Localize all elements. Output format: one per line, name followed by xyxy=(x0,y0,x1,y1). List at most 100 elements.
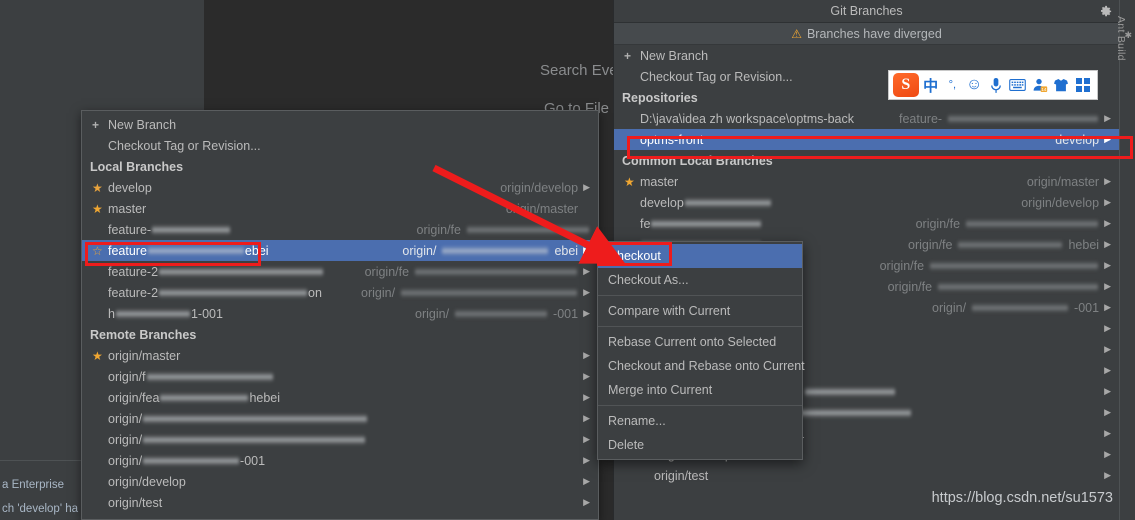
chevron-right-icon: ▶ xyxy=(1104,302,1111,313)
voice-input-icon[interactable] xyxy=(986,74,1006,96)
popup-remote-row[interactable]: ★ origin/master ▶ xyxy=(82,345,598,366)
git-remote-row[interactable]: origin/test ▶ xyxy=(614,465,1119,486)
menu-separator xyxy=(598,295,802,296)
tracking-tail: ebei xyxy=(554,244,578,258)
remote-branch-name: origin/master xyxy=(108,349,180,363)
popup-local-branches-header: Local Branches xyxy=(82,156,598,177)
popup-branch-row-selected[interactable]: ☆ feature ebei origin/ ebei ▶ xyxy=(82,240,598,261)
branch-tracking: origin/fe xyxy=(417,223,590,237)
popup-branch-row[interactable]: ★ develop origin/develop ▶ xyxy=(82,177,598,198)
row-expander: ▶ xyxy=(583,413,590,424)
popup-new-branch-row[interactable]: + New Branch xyxy=(82,114,598,135)
tracking-tail: hebei xyxy=(1068,238,1099,252)
ime-toolbar: S 中 °, ☺ xyxy=(888,70,1098,100)
popup-branch-row[interactable]: h 1-001 origin/ -001 ▶ xyxy=(82,303,598,324)
redacted-text xyxy=(143,435,365,445)
git-new-branch-row[interactable]: + New Branch xyxy=(614,45,1119,66)
popup-remote-row[interactable]: origin/fea hebei ▶ xyxy=(82,387,598,408)
popup-branch-row[interactable]: feature-2 origin/fe ▶ xyxy=(82,261,598,282)
popup-remote-row[interactable]: origin/test ▶ xyxy=(82,492,598,513)
popup-remote-row[interactable]: origin/ -001 ▶ xyxy=(82,450,598,471)
redacted-text xyxy=(958,240,1062,250)
section-label: Repositories xyxy=(622,91,698,105)
remote-branch-name: origin/f xyxy=(108,370,146,384)
toolbox-icon[interactable] xyxy=(1073,74,1093,96)
popup-branch-row[interactable]: feature- origin/fe xyxy=(82,219,598,240)
tracking-label: origin/fe xyxy=(916,217,960,231)
repository-path: D:\java\idea zh workspace\optms-back xyxy=(640,112,854,126)
menu-item-checkout[interactable]: Checkout xyxy=(598,244,802,268)
popup-branch-row[interactable]: ★ master origin/master ▶ xyxy=(82,198,598,219)
git-repository-row[interactable]: D:\java\idea zh workspace\optms-back fea… xyxy=(614,108,1119,129)
redacted-text xyxy=(148,246,244,256)
diverged-text: Branches have diverged xyxy=(807,27,942,41)
section-label: Local Branches xyxy=(90,160,183,174)
git-branch-row[interactable]: develop origin/develop ▶ xyxy=(614,192,1119,213)
tracking-label: origin/develop xyxy=(500,181,578,195)
git-repository-row[interactable]: optms-front develop ▶ xyxy=(614,129,1119,150)
branch-tracking: origin/ ebei ▶ xyxy=(402,244,590,258)
user-center-icon[interactable]: 14 xyxy=(1030,74,1050,96)
branch-tracking: origin/fe ▶ xyxy=(888,280,1111,294)
branch-name-tail: ebei xyxy=(245,244,269,258)
row-expander: ▶ xyxy=(1104,470,1111,481)
branch-tracking: origin/fe ▶ xyxy=(365,265,590,279)
branch-tracking: origin/ ▶ xyxy=(361,286,590,300)
redacted-text xyxy=(455,309,547,319)
gear-icon[interactable] xyxy=(1098,4,1113,19)
popup-branch-row[interactable]: feature-2 on origin/ ▶ xyxy=(82,282,598,303)
menu-separator xyxy=(598,405,802,406)
redacted-text xyxy=(442,246,548,256)
chevron-right-icon: ▶ xyxy=(583,392,590,403)
punctuation-icon[interactable]: °, xyxy=(943,74,963,96)
branch-name: master xyxy=(108,202,146,216)
menu-item-delete[interactable]: Delete xyxy=(598,433,802,457)
popup-checkout-tag-row[interactable]: Checkout Tag or Revision... xyxy=(82,135,598,156)
redacted-text xyxy=(143,456,239,466)
redacted-text xyxy=(467,225,589,235)
chevron-right-icon: ▶ xyxy=(1104,134,1111,145)
soft-keyboard-icon[interactable] xyxy=(1008,74,1028,96)
chevron-right-icon: ▶ xyxy=(583,371,590,382)
emoji-icon[interactable]: ☺ xyxy=(964,74,984,96)
branch-tracking: origin/ -001 ▶ xyxy=(932,301,1111,315)
menu-item-merge-into-current[interactable]: Merge into Current xyxy=(598,378,802,402)
menu-item-rebase-current-onto-selected[interactable]: Rebase Current onto Selected xyxy=(598,330,802,354)
menu-item-checkout-as[interactable]: Checkout As... xyxy=(598,268,802,292)
tracking-label: origin/develop xyxy=(1021,196,1099,210)
chinese-mode-icon[interactable]: 中 xyxy=(921,74,941,96)
popup-remote-row[interactable]: origin/ ▶ xyxy=(82,429,598,450)
chevron-right-icon: ▶ xyxy=(583,182,590,193)
branch-name: develop xyxy=(640,196,684,210)
redacted-text xyxy=(159,267,323,277)
svg-text:14: 14 xyxy=(1041,87,1047,92)
chevron-right-icon: ▶ xyxy=(1104,470,1111,481)
redacted-text xyxy=(651,219,761,229)
popup-remote-row[interactable]: origin/f ▶ xyxy=(82,366,598,387)
redacted-text xyxy=(160,393,248,403)
popup-remote-row[interactable]: origin/ ▶ xyxy=(82,408,598,429)
redacted-text xyxy=(685,198,771,208)
remote-branch-name: origin/ xyxy=(108,433,142,447)
menu-item-rename[interactable]: Rename... xyxy=(598,409,802,433)
chevron-right-icon: ▶ xyxy=(1104,176,1111,187)
git-branch-row[interactable]: ★ master origin/master ▶ xyxy=(614,171,1119,192)
chevron-right-icon: ▶ xyxy=(583,455,590,466)
menu-item-compare-with-current[interactable]: Compare with Current xyxy=(598,299,802,323)
git-branch-row[interactable]: fe origin/fe ▶ xyxy=(614,213,1119,234)
chevron-right-icon: ▶ xyxy=(583,413,590,424)
remote-branch-name: origin/ xyxy=(108,412,142,426)
screenshot-root: Search Everywhere Double Shift Go to Fil… xyxy=(0,0,1135,520)
popup-remote-row[interactable]: origin/develop ▶ xyxy=(82,471,598,492)
skin-icon[interactable] xyxy=(1051,74,1071,96)
sogou-logo-icon[interactable]: S xyxy=(893,73,919,97)
tracking-label: origin/ xyxy=(415,307,449,321)
branch-tracking: origin/fe hebei ▶ xyxy=(908,238,1111,252)
row-expander: ▶ xyxy=(583,434,590,445)
chevron-right-icon: ▶ xyxy=(1104,449,1111,460)
menu-item-checkout-and-rebase-onto-current[interactable]: Checkout and Rebase onto Current xyxy=(598,354,802,378)
chevron-right-icon: ▶ xyxy=(1104,323,1111,334)
ant-build-tab[interactable]: Ant Build xyxy=(1113,16,1127,86)
branch-name: feature-2 xyxy=(108,286,158,300)
tracking-label: origin/fe xyxy=(888,280,932,294)
